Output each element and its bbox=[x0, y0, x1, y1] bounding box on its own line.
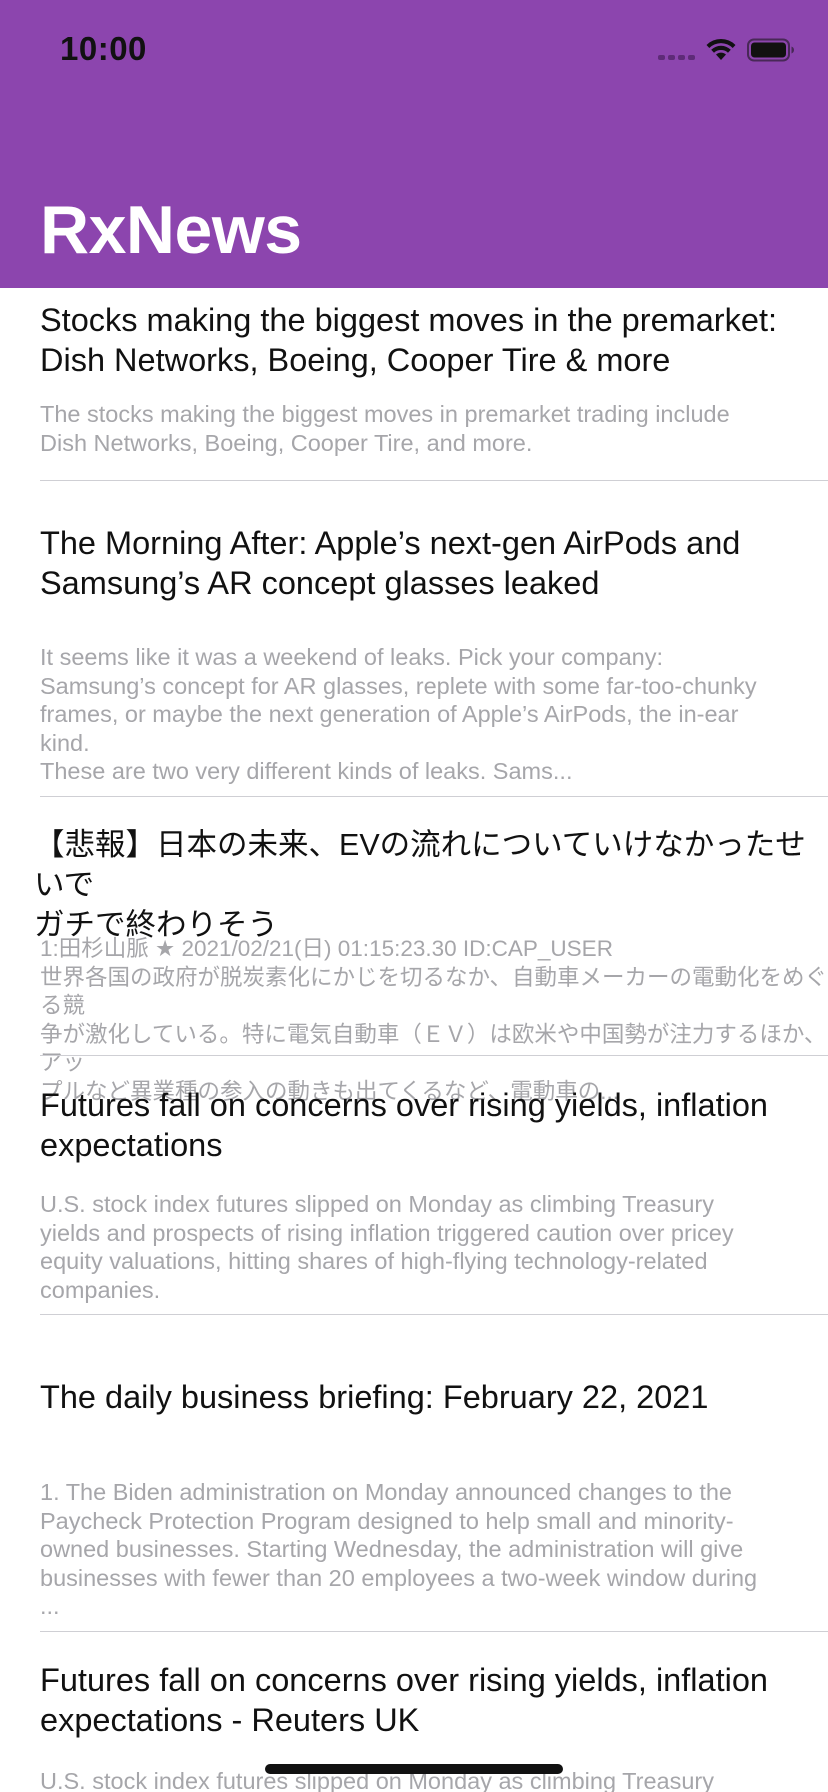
article-title: The daily business briefing: February 22… bbox=[40, 1379, 709, 1415]
status-bar-icons bbox=[658, 34, 795, 66]
article-title: Stocks making the biggest moves in the p… bbox=[40, 302, 778, 378]
navigation-bar: 10:00 RxNews bbox=[0, 0, 828, 288]
article-row[interactable]: 【悲報】日本の未来、EVの流れについていけなかったせいで ガチで終わりそう 1:… bbox=[34, 797, 828, 1104]
status-bar-time: 10:00 bbox=[60, 30, 147, 67]
battery-full-icon bbox=[747, 38, 794, 62]
article-description: It seems like it was a weekend of leaks.… bbox=[40, 644, 757, 785]
article-row[interactable]: The daily business briefing: February 22… bbox=[40, 1315, 828, 1632]
article-description: U.S. stock index futures slipped on Mond… bbox=[40, 1191, 734, 1303]
article-title: Futures fall on concerns over rising yie… bbox=[40, 1662, 768, 1738]
page-title: RxNews bbox=[40, 192, 302, 268]
cellular-signal-icon bbox=[658, 40, 695, 60]
home-indicator[interactable] bbox=[265, 1764, 563, 1774]
article-row[interactable]: Stocks making the biggest moves in the p… bbox=[40, 288, 828, 481]
article-row[interactable]: The Morning After: Apple’s next-gen AirP… bbox=[40, 481, 828, 797]
article-title: Futures fall on concerns over rising yie… bbox=[40, 1087, 768, 1163]
article-row[interactable]: Futures fall on concerns over rising yie… bbox=[40, 1056, 828, 1315]
wifi-icon bbox=[706, 38, 736, 60]
article-description: 1. The Biden administration on Monday an… bbox=[40, 1479, 758, 1620]
article-title: 【悲報】日本の未来、EVの流れについていけなかったせいで ガチで終わりそう bbox=[34, 828, 806, 942]
article-title: The Morning After: Apple’s next-gen AirP… bbox=[40, 525, 741, 601]
article-description: The stocks making the biggest moves in p… bbox=[40, 401, 730, 456]
